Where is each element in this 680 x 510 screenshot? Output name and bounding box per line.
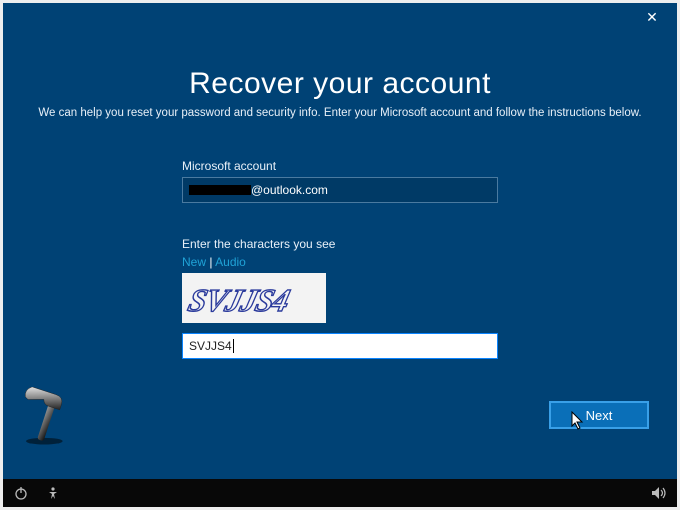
power-icon[interactable] [13, 485, 29, 501]
captcha-links: New | Audio [182, 255, 498, 269]
content-area: ✕ Recover your account We can help you r… [3, 3, 677, 479]
close-icon: ✕ [646, 9, 658, 26]
captcha-label: Enter the characters you see [182, 237, 498, 251]
page-title: Recover your account [3, 67, 677, 101]
captcha-input-value: SVJJS4 [189, 339, 232, 353]
screen: ✕ Recover your account We can help you r… [3, 3, 677, 507]
captcha-input[interactable]: SVJJS4 [182, 333, 498, 359]
bottom-bar [3, 479, 677, 507]
captcha-image: SVJJS4 [182, 273, 326, 323]
captcha-audio-link[interactable]: Audio [215, 255, 246, 269]
account-email-suffix: @outlook.com [251, 183, 328, 197]
next-button-label: Next [586, 408, 613, 423]
captcha-svg: SVJJS4 [182, 273, 326, 323]
close-button[interactable]: ✕ [637, 3, 667, 31]
form: Microsoft account @outlook.com Enter the… [182, 159, 498, 359]
account-input[interactable]: @outlook.com [182, 177, 498, 203]
main: Recover your account We can help you res… [3, 31, 677, 359]
ease-of-access-icon[interactable] [45, 485, 61, 501]
hammer-icon [21, 387, 71, 447]
redacted-text [189, 185, 251, 195]
text-caret [233, 339, 234, 353]
titlebar: ✕ [3, 3, 677, 31]
captcha-new-link[interactable]: New [182, 255, 206, 269]
page-subtitle: We can help you reset your password and … [3, 107, 677, 119]
captcha-link-sep: | [206, 255, 215, 269]
volume-icon[interactable] [651, 485, 667, 501]
next-button[interactable]: Next [549, 401, 649, 429]
account-label: Microsoft account [182, 159, 498, 173]
svg-text:SVJJS4: SVJJS4 [185, 283, 294, 318]
